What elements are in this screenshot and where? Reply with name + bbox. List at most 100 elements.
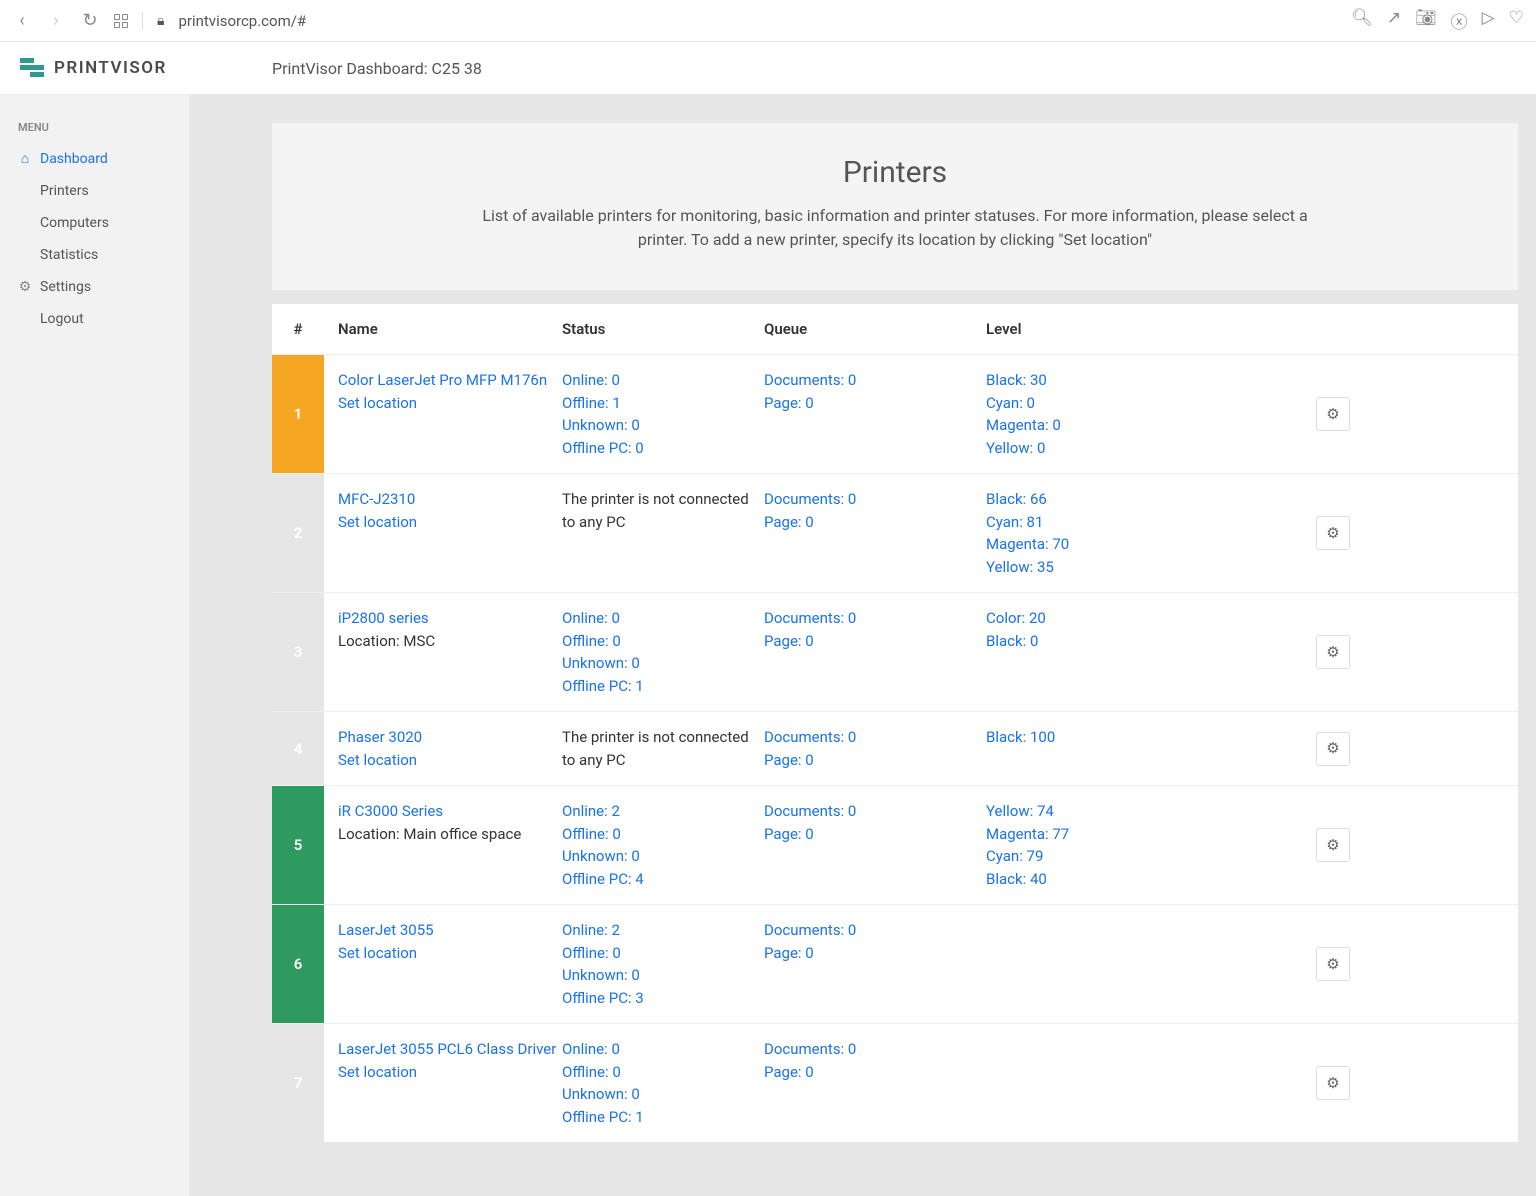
table-row: 1Color LaserJet Pro MFP M176nSet locatio…	[272, 355, 1518, 474]
printer-name-link[interactable]: LaserJet 3055 PCL6 Class Driver	[338, 1038, 562, 1061]
cell-level-line[interactable]: Black: 40	[986, 868, 1168, 891]
apps-icon[interactable]	[114, 14, 128, 28]
cell-level-line[interactable]: Black: 66	[986, 488, 1168, 511]
set-location-link[interactable]: Set location	[338, 749, 562, 772]
cell-status-line[interactable]: Offline PC: 3	[562, 987, 764, 1010]
cell-status-line[interactable]: Offline PC: 0	[562, 437, 764, 460]
cell-status-line[interactable]: Offline: 0	[562, 942, 764, 965]
cell-level-line[interactable]: Yellow: 35	[986, 556, 1168, 579]
cell-status-line[interactable]: Unknown: 0	[562, 414, 764, 437]
cell-status-line[interactable]: Online: 2	[562, 919, 764, 942]
cell-queue-line[interactable]: Page: 0	[764, 630, 986, 653]
set-location-link[interactable]: Set location	[338, 1061, 562, 1084]
cell-level	[986, 905, 1168, 1023]
cell-status-line[interactable]: Unknown: 0	[562, 1083, 764, 1106]
set-location-link[interactable]: Set location	[338, 511, 562, 534]
cell-status-line[interactable]: Offline: 0	[562, 630, 764, 653]
cell-queue-line[interactable]: Documents: 0	[764, 919, 986, 942]
cell-queue-line[interactable]: Page: 0	[764, 942, 986, 965]
cell-name: iP2800 seriesLocation: MSC	[324, 593, 562, 711]
cell-actions: ⚙	[1168, 474, 1518, 592]
set-location-link[interactable]: Set location	[338, 392, 562, 415]
sidebar-item-logout[interactable]: Logout	[0, 303, 189, 335]
printer-name-link[interactable]: LaserJet 3055	[338, 919, 562, 942]
sidebar-item-dashboard[interactable]: ⌂Dashboard	[0, 142, 189, 175]
cell-level-line[interactable]: Yellow: 74	[986, 800, 1168, 823]
sidebar-item-statistics[interactable]: Statistics	[0, 239, 189, 271]
cell-status-line[interactable]: Online: 0	[562, 369, 764, 392]
zoom-icon[interactable]: 🔍︎	[1351, 8, 1373, 33]
cell-queue-line[interactable]: Page: 0	[764, 823, 986, 846]
gear-icon: ⚙	[1326, 737, 1339, 760]
cell-status-line[interactable]: Unknown: 0	[562, 964, 764, 987]
cell-status-line[interactable]: Online: 2	[562, 800, 764, 823]
cell-status-line[interactable]: Unknown: 0	[562, 845, 764, 868]
cell-queue-line[interactable]: Page: 0	[764, 511, 986, 534]
cell-queue-line[interactable]: Documents: 0	[764, 488, 986, 511]
reload-button[interactable]: ↻	[80, 10, 100, 31]
cell-status-line[interactable]: Offline: 0	[562, 823, 764, 846]
cell-queue-line[interactable]: Documents: 0	[764, 1038, 986, 1061]
set-location-link[interactable]: Set location	[338, 942, 562, 965]
cell-status-line[interactable]: Offline: 1	[562, 392, 764, 415]
cell-level-line[interactable]: Black: 30	[986, 369, 1168, 392]
browser-right-icons: 🔍︎ ↗ 📷︎ ⓧ ▷ ♡	[1351, 8, 1524, 33]
row-settings-button[interactable]: ⚙	[1316, 1066, 1350, 1100]
cell-queue: Documents: 0Page: 0	[764, 1024, 986, 1142]
cell-level-line[interactable]: Yellow: 0	[986, 437, 1168, 460]
cell-status-line[interactable]: Offline PC: 4	[562, 868, 764, 891]
cell-queue-line[interactable]: Documents: 0	[764, 607, 986, 630]
cell-level-line[interactable]: Magenta: 0	[986, 414, 1168, 437]
cell-level-line[interactable]: Cyan: 81	[986, 511, 1168, 534]
address-bar[interactable]: printvisorcp.com/#	[178, 12, 1337, 30]
cell-queue-line[interactable]: Page: 0	[764, 392, 986, 415]
cell-level-line[interactable]: Cyan: 0	[986, 392, 1168, 415]
cell-level-line[interactable]: Color: 20	[986, 607, 1168, 630]
cell-name: iR C3000 SeriesLocation: Main office spa…	[324, 786, 562, 904]
cell-level-line[interactable]: Cyan: 79	[986, 845, 1168, 868]
row-number: 7	[272, 1024, 324, 1142]
sidebar-item-printers[interactable]: Printers	[0, 175, 189, 207]
cell-queue-line[interactable]: Page: 0	[764, 1061, 986, 1084]
printer-name-link[interactable]: MFC-J2310	[338, 488, 562, 511]
logo[interactable]: PRINTVISOR	[20, 58, 260, 78]
back-button[interactable]: ‹	[12, 10, 32, 31]
printer-name-link[interactable]: iP2800 series	[338, 607, 562, 630]
send-icon[interactable]: ▷	[1482, 8, 1495, 33]
cell-status-line[interactable]: Offline PC: 1	[562, 675, 764, 698]
row-settings-button[interactable]: ⚙	[1316, 947, 1350, 981]
cell-queue-line[interactable]: Documents: 0	[764, 800, 986, 823]
cell-status-line[interactable]: Unknown: 0	[562, 652, 764, 675]
printer-name-link[interactable]: iR C3000 Series	[338, 800, 562, 823]
cell-queue-line[interactable]: Page: 0	[764, 749, 986, 772]
row-settings-button[interactable]: ⚙	[1316, 828, 1350, 862]
cell-level-line[interactable]: Black: 100	[986, 726, 1168, 749]
cell-status-line[interactable]: Online: 0	[562, 1038, 764, 1061]
screenshot-icon[interactable]: 📷︎	[1415, 8, 1437, 33]
row-settings-button[interactable]: ⚙	[1316, 397, 1350, 431]
printer-name-link[interactable]: Phaser 3020	[338, 726, 562, 749]
browser-bar: ‹ › ↻ 🔒︎ printvisorcp.com/# 🔍︎ ↗ 📷︎ ⓧ ▷ …	[0, 0, 1536, 42]
share-icon[interactable]: ↗	[1387, 8, 1401, 33]
cell-queue: Documents: 0Page: 0	[764, 786, 986, 904]
cell-queue-line[interactable]: Documents: 0	[764, 726, 986, 749]
row-settings-button[interactable]: ⚙	[1316, 635, 1350, 669]
table-row: 2MFC-J2310Set locationThe printer is not…	[272, 474, 1518, 593]
cell-status-line[interactable]: Online: 0	[562, 607, 764, 630]
cell-queue-line[interactable]: Documents: 0	[764, 369, 986, 392]
sidebar-item-computers[interactable]: Computers	[0, 207, 189, 239]
row-settings-button[interactable]: ⚙	[1316, 732, 1350, 766]
cell-level-line[interactable]: Magenta: 77	[986, 823, 1168, 846]
row-number: 4	[272, 712, 324, 785]
printer-name-link[interactable]: Color LaserJet Pro MFP M176n	[338, 369, 562, 392]
cell-status-line[interactable]: Offline PC: 1	[562, 1106, 764, 1129]
block-icon[interactable]: ⓧ	[1451, 8, 1468, 33]
cell-status-line[interactable]: Offline: 0	[562, 1061, 764, 1084]
sidebar-item-settings[interactable]: ⚙Settings	[0, 271, 189, 303]
forward-button[interactable]: ›	[46, 10, 66, 31]
cell-level-line[interactable]: Black: 0	[986, 630, 1168, 653]
row-settings-button[interactable]: ⚙	[1316, 516, 1350, 550]
cell-level-line[interactable]: Magenta: 70	[986, 533, 1168, 556]
col-num: #	[272, 320, 324, 338]
heart-icon[interactable]: ♡	[1509, 8, 1524, 33]
